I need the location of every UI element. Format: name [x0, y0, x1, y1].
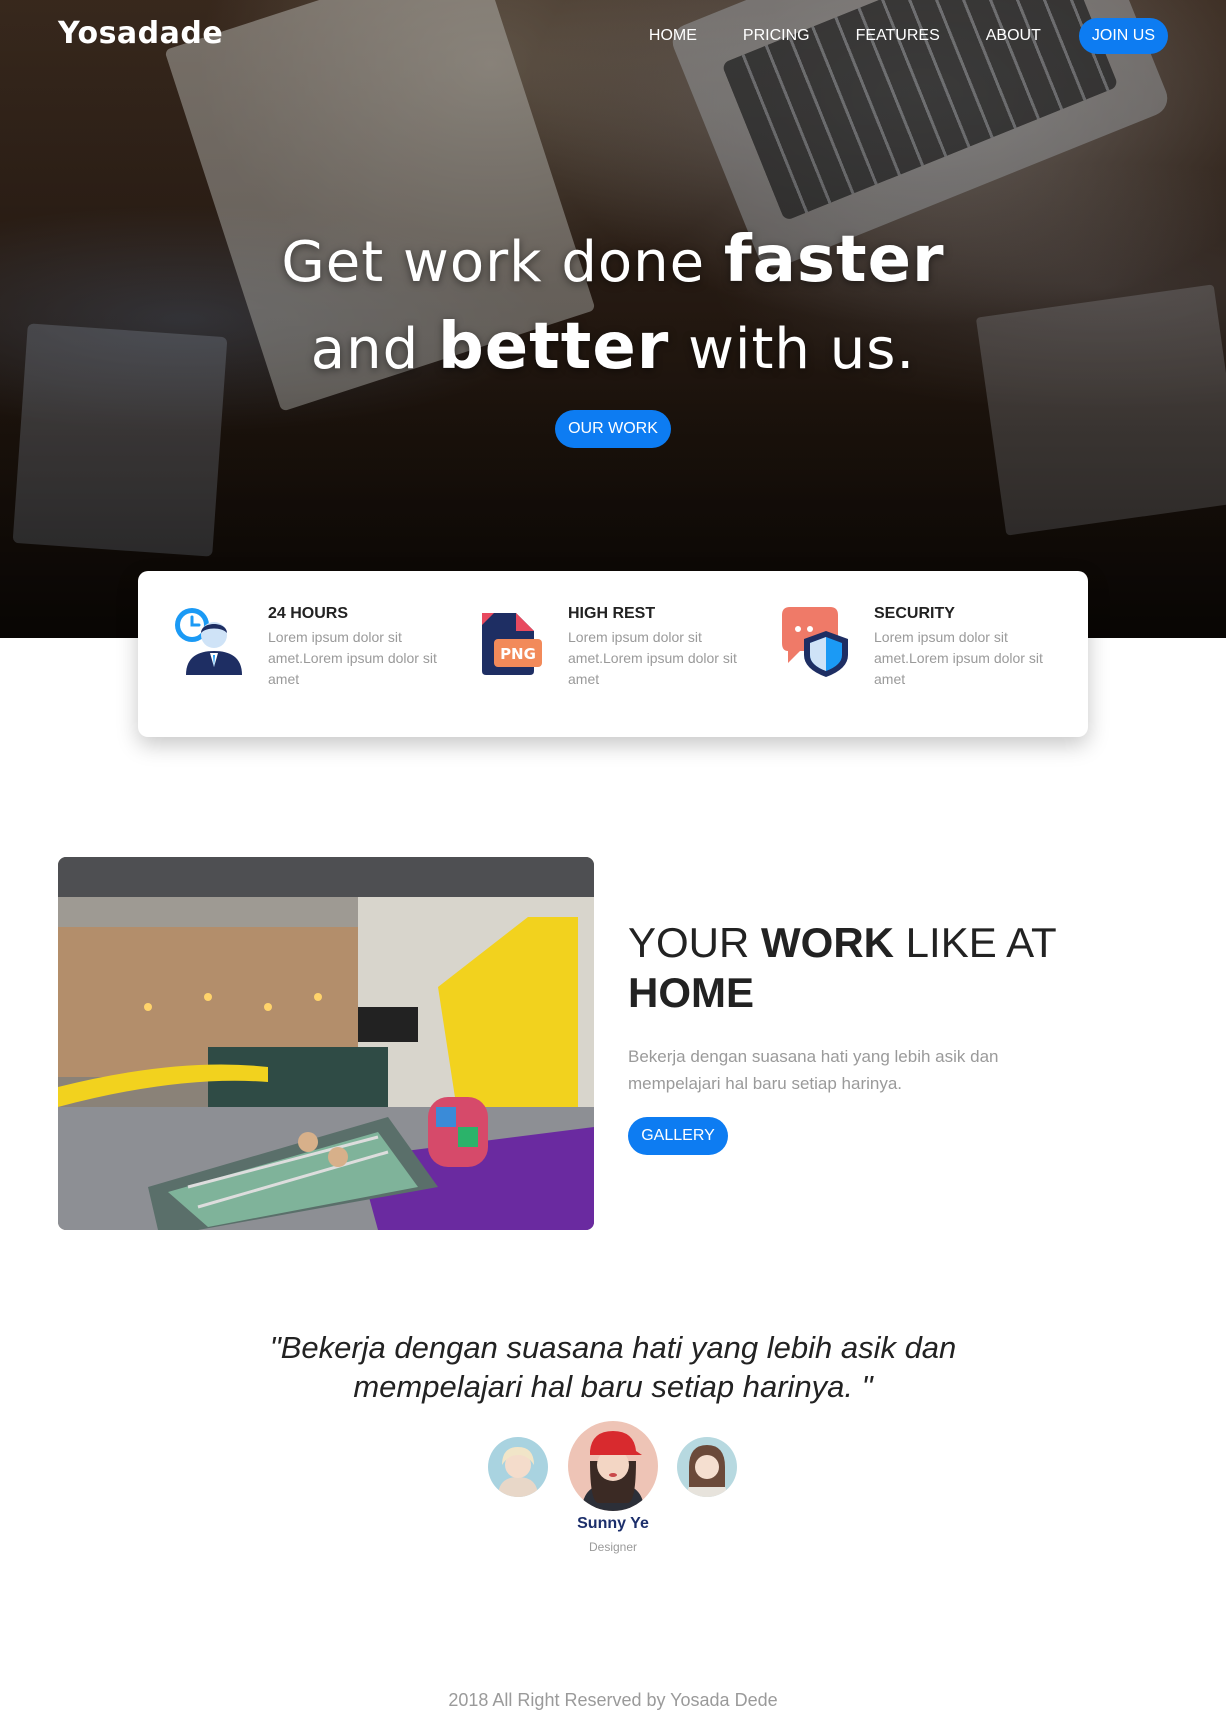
avatar[interactable] — [488, 1437, 548, 1497]
nav-home[interactable]: HOME — [649, 18, 697, 54]
work-heading: YOUR WORK LIKE AT HOME — [628, 918, 1148, 1018]
gallery-button[interactable]: GALLERY — [628, 1117, 728, 1155]
nav-pricing[interactable]: PRICING — [743, 18, 810, 54]
work-heading-bold1: WORK — [761, 919, 894, 966]
feature-desc: Lorem ipsum dolor sit amet.Lorem ipsum d… — [268, 629, 437, 687]
testimonial-role: Designer — [588, 1540, 638, 1554]
headline-line2-prefix: and — [310, 317, 438, 382]
testimonial-name: Sunny Ye — [577, 1515, 649, 1532]
testimonial-quote-text: "Bekerja dengan suasana hati yang lebih … — [269, 1330, 957, 1404]
svg-text:PNG: PNG — [500, 645, 536, 663]
security-shield-icon — [782, 607, 848, 677]
nav-about[interactable]: ABOUT — [986, 18, 1041, 54]
feature-item: PNG HIGH REST Lorem ipsum dolor sit amet… — [438, 605, 738, 705]
avatar-image — [568, 1421, 658, 1511]
work-heading-bold2: HOME — [628, 969, 754, 1016]
avatar-image — [488, 1437, 548, 1497]
join-us-button[interactable]: JOIN US — [1078, 18, 1168, 54]
feature-item: SECURITY Lorem ipsum dolor sit amet.Lore… — [744, 605, 1044, 705]
testimonial-quote: "Bekerja dengan suasana hati yang lebih … — [0, 1328, 1226, 1406]
png-file-icon: PNG — [482, 613, 542, 675]
avatar-image — [677, 1437, 737, 1497]
feature-title: 24 HOURS — [268, 605, 349, 622]
feature-desc: Lorem ipsum dolor sit amet.Lorem ipsum d… — [874, 629, 1043, 687]
feature-title: SECURITY — [874, 605, 955, 622]
features-card: 24 HOURS Lorem ipsum dolor sit amet.Lore… — [138, 571, 1088, 737]
nav-features[interactable]: FEATURES — [856, 18, 940, 54]
feature-title: HIGH REST — [568, 605, 656, 622]
hero-headline: Get work done faster and better with us. — [0, 218, 1226, 392]
clock-person-icon — [175, 608, 242, 675]
footer-copyright: 2018 All Right Reserved by Yosada Dede — [448, 1690, 778, 1710]
feature-item: 24 HOURS Lorem ipsum dolor sit amet.Lore… — [138, 605, 438, 705]
headline-line1-bold: faster — [723, 223, 945, 297]
work-heading-part1: YOUR — [628, 919, 762, 966]
headline-line1-prefix: Get work done — [281, 230, 724, 295]
avatar[interactable] — [677, 1437, 737, 1497]
feature-desc: Lorem ipsum dolor sit amet.Lorem ipsum d… — [568, 629, 737, 687]
main-nav: HOME PRICING FEATURES ABOUT JOIN US — [603, 18, 1168, 54]
our-work-button[interactable]: OUR WORK — [555, 410, 671, 448]
headline-line2-suffix: with us. — [669, 317, 916, 382]
office-illustration — [58, 857, 594, 1230]
work-description: Bekerja dengan suasana hati yang lebih a… — [628, 1047, 999, 1093]
hero-section: Yosadade HOME PRICING FEATURES ABOUT JOI… — [0, 0, 1226, 638]
site-logo[interactable]: Yosadade — [58, 16, 223, 51]
office-photo — [58, 857, 594, 1230]
work-heading-part2: LIKE AT — [894, 919, 1057, 966]
headline-line2-bold: better — [437, 310, 670, 384]
avatar-active[interactable] — [568, 1421, 658, 1511]
